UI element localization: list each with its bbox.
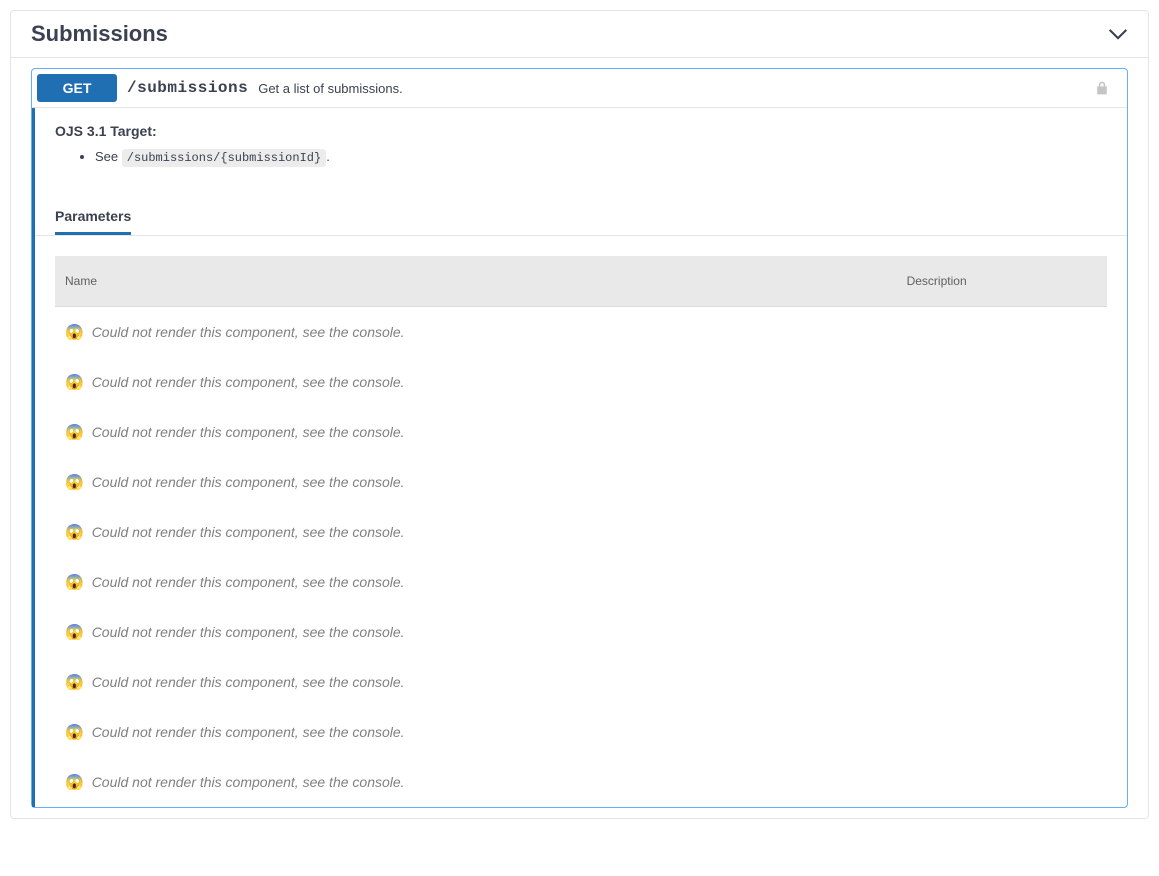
- tabs-row: Parameters: [35, 200, 1127, 236]
- error-cell: 😱 Could not render this component, see th…: [55, 457, 1107, 507]
- error-message: Could not render this component, see the…: [92, 474, 405, 490]
- description-list: See /submissions/{submissionId}.: [55, 149, 1107, 165]
- error-cell: 😱 Could not render this component, see th…: [55, 357, 1107, 407]
- scream-icon: 😱: [65, 773, 84, 791]
- error-message: Could not render this component, see the…: [92, 424, 405, 440]
- parameters-tbody: 😱 Could not render this component, see th…: [55, 307, 1107, 808]
- see-prefix: See: [95, 149, 122, 164]
- lock-icon[interactable]: [1092, 78, 1112, 98]
- table-row: 😱 Could not render this component, see th…: [55, 357, 1107, 407]
- parameters-table-wrap: Name Description 😱 Could not render this …: [35, 236, 1127, 807]
- table-row: 😱 Could not render this component, see th…: [55, 707, 1107, 757]
- operation-block: GET /submissions Get a list of submissio…: [31, 68, 1128, 808]
- operation-description: OJS 3.1 Target: See /submissions/{submis…: [35, 108, 1127, 180]
- table-row: 😱 Could not render this component, see th…: [55, 507, 1107, 557]
- tag-header[interactable]: Submissions: [11, 11, 1148, 58]
- scream-icon: 😱: [65, 423, 84, 441]
- tab-parameters[interactable]: Parameters: [55, 200, 131, 235]
- error-cell: 😱 Could not render this component, see th…: [55, 607, 1107, 657]
- column-header-description: Description: [897, 256, 1107, 307]
- parameters-table: Name Description 😱 Could not render this …: [55, 256, 1107, 807]
- tag-section: Submissions GET /submissions Get a list …: [10, 10, 1149, 819]
- http-method-badge: GET: [37, 74, 117, 102]
- scream-icon: 😱: [65, 723, 84, 741]
- error-cell: 😱 Could not render this component, see th…: [55, 757, 1107, 807]
- error-message: Could not render this component, see the…: [92, 674, 405, 690]
- scream-icon: 😱: [65, 673, 84, 691]
- scream-icon: 😱: [65, 523, 84, 541]
- error-message: Could not render this component, see the…: [92, 724, 405, 740]
- table-row: 😱 Could not render this component, see th…: [55, 407, 1107, 457]
- error-cell: 😱 Could not render this component, see th…: [55, 557, 1107, 607]
- target-heading: OJS 3.1 Target:: [55, 123, 1107, 139]
- error-cell: 😱 Could not render this component, see th…: [55, 507, 1107, 557]
- error-message: Could not render this component, see the…: [92, 524, 405, 540]
- error-cell: 😱 Could not render this component, see th…: [55, 407, 1107, 457]
- error-message: Could not render this component, see the…: [92, 574, 405, 590]
- error-message: Could not render this component, see the…: [92, 624, 405, 640]
- tag-title: Submissions: [31, 21, 168, 47]
- table-row: 😱 Could not render this component, see th…: [55, 457, 1107, 507]
- scream-icon: 😱: [65, 323, 84, 341]
- scream-icon: 😱: [65, 573, 84, 591]
- error-message: Could not render this component, see the…: [92, 324, 405, 340]
- operation-summary-text: Get a list of submissions.: [258, 81, 403, 96]
- table-row: 😱 Could not render this component, see th…: [55, 657, 1107, 707]
- operation-body: OJS 3.1 Target: See /submissions/{submis…: [32, 108, 1127, 807]
- error-message: Could not render this component, see the…: [92, 374, 405, 390]
- see-path-code: /submissions/{submissionId}: [122, 149, 326, 167]
- list-item: See /submissions/{submissionId}.: [95, 149, 1107, 165]
- operation-path: /submissions: [127, 79, 248, 97]
- table-row: 😱 Could not render this component, see th…: [55, 307, 1107, 358]
- table-row: 😱 Could not render this component, see th…: [55, 607, 1107, 657]
- scream-icon: 😱: [65, 623, 84, 641]
- error-cell: 😱 Could not render this component, see th…: [55, 657, 1107, 707]
- column-header-name: Name: [55, 256, 897, 307]
- table-row: 😱 Could not render this component, see th…: [55, 757, 1107, 807]
- parameters-section: Parameters Name Description 😱Could: [35, 200, 1127, 807]
- error-cell: 😱 Could not render this component, see th…: [55, 307, 1107, 358]
- see-suffix: .: [326, 149, 330, 164]
- table-row: 😱 Could not render this component, see th…: [55, 557, 1107, 607]
- error-message: Could not render this component, see the…: [92, 774, 405, 790]
- scream-icon: 😱: [65, 473, 84, 491]
- operation-summary-row[interactable]: GET /submissions Get a list of submissio…: [32, 69, 1127, 108]
- error-cell: 😱 Could not render this component, see th…: [55, 707, 1107, 757]
- chevron-down-icon: [1108, 24, 1128, 44]
- scream-icon: 😱: [65, 373, 84, 391]
- operations-list: GET /submissions Get a list of submissio…: [11, 68, 1148, 818]
